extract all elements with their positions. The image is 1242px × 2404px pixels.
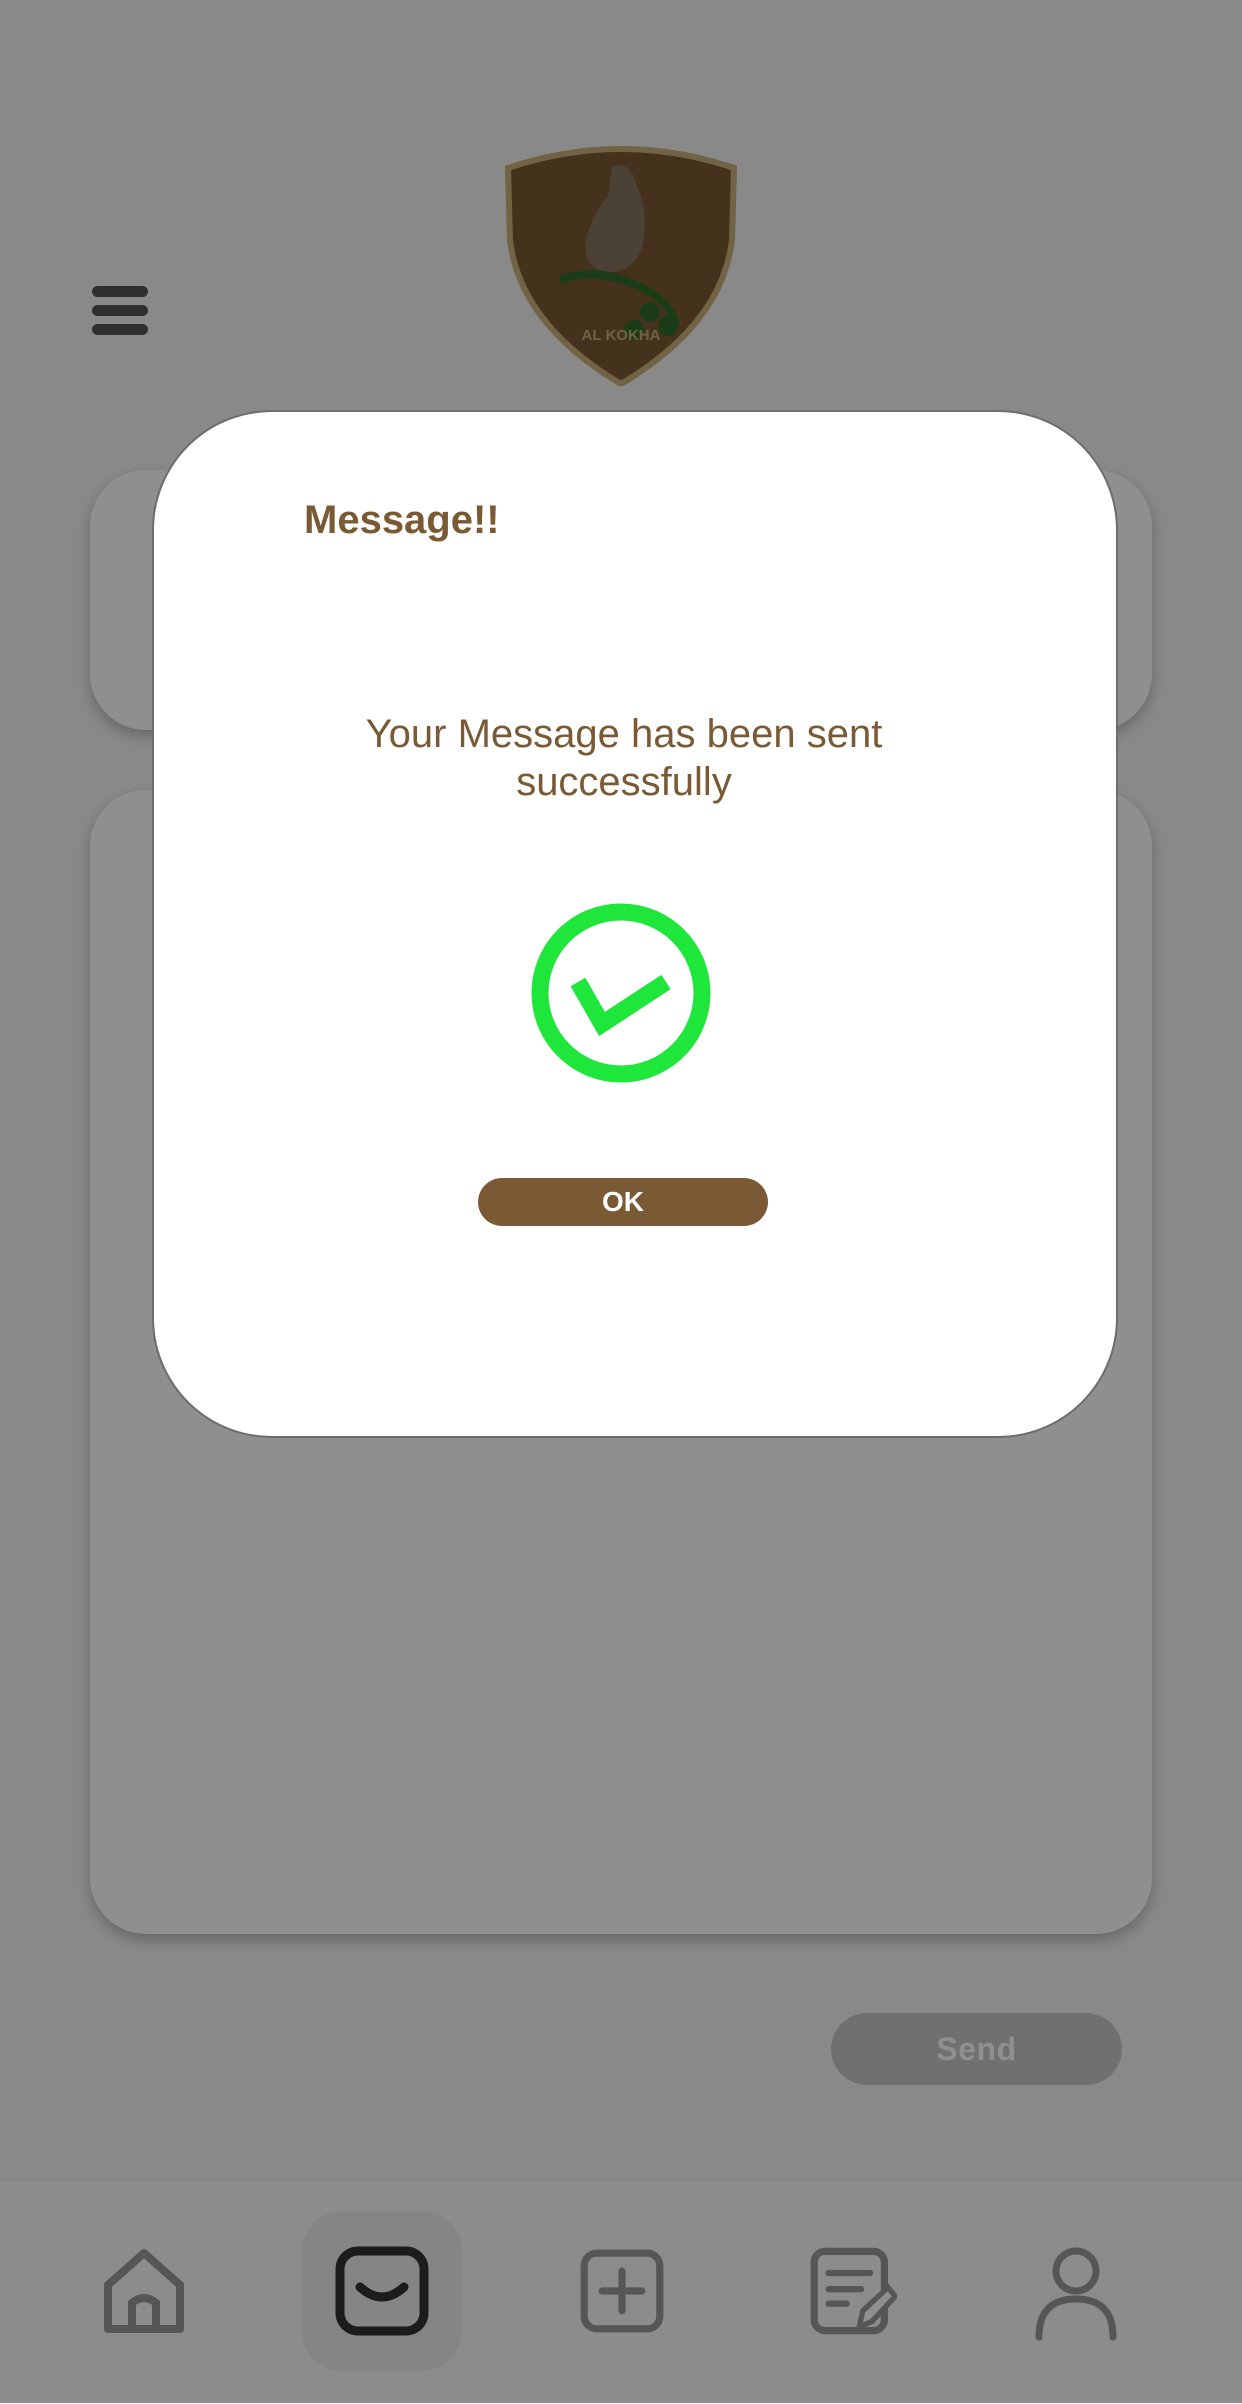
dialog-title: Message!! [304, 498, 500, 542]
ok-button[interactable]: OK [478, 1178, 768, 1226]
check-circle-icon [531, 903, 711, 1083]
dialog-message: Your Message has been sent successfully [365, 712, 883, 804]
success-dialog: Message!! Your Message has been sent suc… [152, 410, 1118, 1438]
